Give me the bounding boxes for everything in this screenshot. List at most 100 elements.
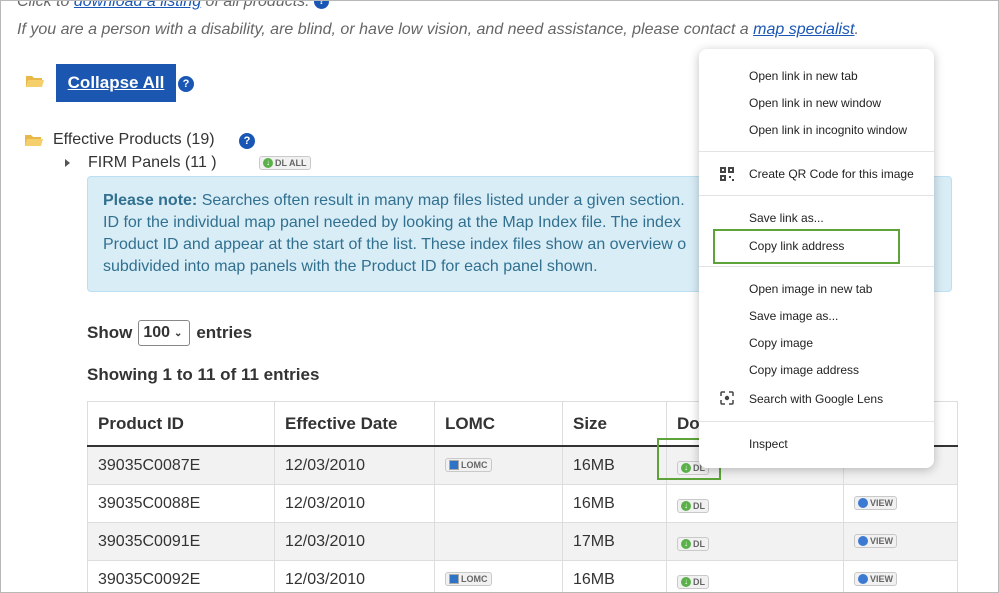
expand-arrow-icon[interactable]	[65, 159, 70, 167]
view-label: VIEW	[870, 497, 894, 508]
dl-label: DL	[693, 500, 705, 511]
magnifier-icon	[858, 573, 868, 584]
table-row: 39035C0091E 12/03/2010 17MB ↓ DL VIEW	[87, 522, 958, 561]
menu-open-new-tab[interactable]: Open link in new tab	[749, 69, 858, 83]
download-arrow-icon: ↓	[263, 158, 273, 168]
entries-selected-value: 100	[143, 324, 171, 341]
download-arrow-icon: ↓	[681, 576, 691, 587]
menu-save-image[interactable]: Save image as...	[749, 309, 838, 323]
page-frame: Click to download a listing of all produ…	[0, 0, 999, 593]
download-arrow-icon: ↓	[681, 538, 691, 549]
note-label: Please note:	[103, 192, 198, 209]
product-id-cell: 39035C0092E	[87, 560, 275, 592]
map-specialist-link[interactable]: map specialist	[753, 21, 854, 38]
menu-save-link[interactable]: Save link as...	[749, 211, 824, 225]
view-button[interactable]: VIEW	[854, 571, 898, 586]
menu-open-image[interactable]: Open image in new tab	[749, 282, 872, 296]
product-id-cell: 39035C0087E	[87, 445, 275, 485]
dl-button[interactable]: ↓ DL	[677, 498, 709, 513]
lomc-cell: LOMC	[434, 445, 563, 485]
firm-panels-toggle[interactable]: FIRM Panels (11 )	[88, 154, 217, 172]
download-cell: ↓ DL	[666, 522, 844, 561]
view-cell: VIEW	[843, 522, 958, 561]
dl-label: DL	[693, 576, 705, 587]
entries-label: entries	[196, 323, 253, 342]
menu-inspect[interactable]: Inspect	[749, 437, 788, 451]
view-cell: VIEW	[843, 560, 958, 592]
effective-date-cell: 12/03/2010	[274, 560, 435, 592]
document-icon	[449, 459, 459, 470]
download-suffix: of all products.	[201, 0, 315, 10]
lomc-button[interactable]: LOMC	[445, 457, 492, 472]
menu-google-lens[interactable]: Search with Google Lens	[749, 392, 883, 406]
size-cell: 16MB	[562, 560, 667, 592]
effective-date-cell: 12/03/2010	[274, 484, 435, 523]
table-row: 39035C0092E 12/03/2010 LOMC 16MB ↓ DL VIE…	[87, 560, 958, 592]
collapse-help-icon[interactable]: ?	[178, 76, 194, 92]
lomc-cell	[434, 484, 563, 523]
dl-all-label: DL ALL	[275, 158, 307, 168]
chevron-down-icon: ⌄	[174, 327, 183, 339]
view-label: VIEW	[870, 573, 894, 584]
effective-date-cell: 12/03/2010	[274, 522, 435, 561]
show-label: Show	[87, 323, 133, 342]
note-text-1: Searches often result in many map files …	[197, 192, 685, 209]
assist-end: .	[854, 21, 859, 38]
products-help-icon[interactable]: ?	[239, 133, 255, 149]
assist-text: If you are a person with a disability, a…	[17, 21, 754, 38]
download-arrow-icon: ↓	[681, 500, 691, 511]
header-lomc[interactable]: LOMC	[434, 401, 563, 447]
menu-separator	[699, 195, 934, 196]
dl-button[interactable]: ↓ DL	[677, 536, 709, 551]
entries-select[interactable]: 100 ⌄	[138, 320, 191, 346]
copy-link-highlight-box	[713, 229, 900, 264]
size-cell: 16MB	[562, 484, 667, 523]
menu-open-incognito[interactable]: Open link in incognito window	[749, 123, 907, 137]
header-size[interactable]: Size	[562, 401, 667, 447]
lomc-label: LOMC	[461, 459, 488, 470]
header-effective-date[interactable]: Effective Date	[274, 401, 435, 447]
menu-open-new-window[interactable]: Open link in new window	[749, 96, 881, 110]
help-icon[interactable]: ?	[314, 1, 330, 10]
menu-separator	[699, 151, 934, 152]
effective-date-cell: 12/03/2010	[274, 445, 435, 485]
size-cell: 17MB	[562, 522, 667, 561]
product-id-cell: 39035C0088E	[87, 484, 275, 523]
size-cell: 16MB	[562, 445, 667, 485]
view-cell: VIEW	[843, 484, 958, 523]
dl-label: DL	[693, 538, 705, 549]
effective-products-toggle[interactable]: Effective Products (19)	[53, 131, 215, 149]
assistance-line: If you are a person with a disability, a…	[17, 21, 859, 39]
entries-length-control: Show 100 ⌄ entries	[87, 320, 252, 346]
menu-copy-image-address[interactable]: Copy image address	[749, 363, 859, 377]
dl-button[interactable]: ↓ DL	[677, 574, 709, 589]
menu-copy-image[interactable]: Copy image	[749, 336, 813, 350]
dl-all-button[interactable]: ↓ DL ALL	[259, 156, 311, 170]
lomc-label: LOMC	[461, 573, 488, 584]
menu-separator	[699, 421, 934, 422]
products-folder-icon	[25, 134, 43, 147]
download-prefix: Click to	[17, 0, 74, 10]
menu-separator	[699, 266, 934, 267]
entries-info: Showing 1 to 11 of 11 entries	[87, 365, 320, 384]
header-product-id[interactable]: Product ID	[87, 401, 275, 447]
menu-qr-code[interactable]: Create QR Code for this image	[749, 167, 914, 181]
download-cell: ↓ DL	[666, 560, 844, 592]
download-listing-link[interactable]: download a listing	[74, 1, 201, 10]
view-button[interactable]: VIEW	[854, 533, 898, 548]
view-button[interactable]: VIEW	[854, 495, 898, 510]
download-cell: ↓ DL	[666, 484, 844, 523]
magnifier-icon	[858, 535, 868, 546]
download-listing-line: Click to download a listing of all produ…	[17, 0, 330, 11]
lomc-button[interactable]: LOMC	[445, 571, 492, 586]
document-icon	[449, 573, 459, 584]
magnifier-icon	[858, 497, 868, 508]
lomc-cell	[434, 522, 563, 561]
collapse-all-button[interactable]: Collapse All	[56, 64, 176, 102]
qr-code-icon	[720, 167, 734, 181]
table-row: 39035C0088E 12/03/2010 16MB ↓ DL VIEW	[87, 484, 958, 523]
product-id-cell: 39035C0091E	[87, 522, 275, 561]
view-label: VIEW	[870, 535, 894, 546]
google-lens-icon	[720, 391, 734, 405]
open-folder-icon	[26, 75, 44, 88]
